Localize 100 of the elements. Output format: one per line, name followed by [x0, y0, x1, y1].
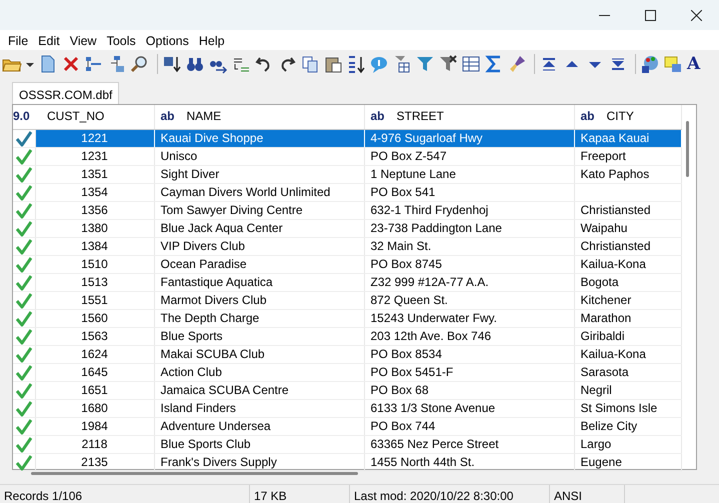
delete-icon[interactable] — [61, 54, 81, 74]
table-cell: Blue Sports — [154, 327, 364, 345]
menu-item[interactable]: Help — [194, 30, 230, 50]
table-cell: 1551 — [35, 291, 154, 309]
table-cell: 1 Neptune Lane — [364, 165, 574, 183]
font-button[interactable]: A — [686, 54, 702, 74]
type-label: 9.0 — [13, 109, 30, 124]
type-label: ab — [580, 109, 595, 124]
table-cell: 2135 — [35, 453, 154, 471]
sort-icon[interactable] — [346, 54, 366, 74]
table-cell: PO Box 68 — [364, 381, 574, 399]
table-cell: PO Box 8534 — [364, 345, 574, 363]
table-cell: 1645 — [35, 363, 154, 381]
table-cell: The Depth Charge — [154, 309, 364, 327]
table-cell: Sight Diver — [154, 165, 364, 183]
table-cell: 1680 — [35, 399, 154, 417]
palette-icon[interactable] — [640, 54, 660, 74]
table-cell: 1560 — [35, 309, 154, 327]
table-cell: PO Box 8745 — [364, 255, 574, 273]
table-cell: PO Box 744 — [364, 417, 574, 435]
table-cell: 1455 North 44th St. — [364, 453, 574, 471]
table-cell: Blue Sports Club — [154, 435, 364, 453]
table-cell: Largo — [574, 435, 681, 453]
table-cell: Marathon — [574, 309, 681, 327]
status-text: 17 KB — [250, 485, 350, 503]
table-cell: 1231 — [35, 147, 154, 165]
table-cell: Freeport — [574, 147, 681, 165]
tree-icon[interactable] — [84, 54, 104, 74]
table-cell: Christiansted — [574, 237, 681, 255]
menu-item[interactable]: Options — [140, 30, 194, 50]
table-cell: St Simons Isle — [574, 399, 681, 417]
table-cell: Ocean Paradise — [154, 255, 364, 273]
table-cell: 6133 1/3 Stone Avenue — [364, 399, 574, 417]
column-header[interactable]: ab NAME — [154, 105, 364, 129]
table-cell: 1354 — [35, 183, 154, 201]
table-cell: Kauai Dive Shoppe — [154, 129, 364, 147]
table-cell: Tom Sawyer Diving Centre — [154, 201, 364, 219]
status-text: Last mod: 2020/10/22 8:30:00 — [350, 485, 550, 503]
table-cell: 32 Main St. — [364, 237, 574, 255]
copy-icon[interactable] — [300, 54, 320, 74]
table-cell: 1624 — [35, 345, 154, 363]
file-tab[interactable]: OSSSR.COM.dbf — [12, 82, 120, 104]
table-cell: Marmot Divers Club — [154, 291, 364, 309]
disk-arrow-icon[interactable] — [162, 54, 182, 74]
table-cell: Christiansted — [574, 201, 681, 219]
table-cell: 15243 Underwater Fwy. — [364, 309, 574, 327]
table-cell: 872 Queen St. — [364, 291, 574, 309]
table-cell: 1984 — [35, 417, 154, 435]
status-text: Records 1/106 — [0, 485, 250, 503]
column-label: NAME — [186, 109, 222, 124]
table-cell: 1221 — [35, 129, 154, 147]
menu-item[interactable]: Edit — [33, 30, 65, 50]
column-label: CITY — [606, 109, 634, 124]
table-cell: Kato Paphos — [574, 165, 681, 183]
table-cell: PO Box 541 — [364, 183, 574, 201]
table-cell: Cayman Divers World Unlimited — [154, 183, 364, 201]
table-cell: 1384 — [35, 237, 154, 255]
column-header[interactable]: ab STREET — [364, 105, 574, 129]
table-cell: 2118 — [35, 435, 154, 453]
table-cell: 1356 — [35, 201, 154, 219]
color-squares-icon[interactable] — [663, 54, 683, 74]
table-cell: Unisco — [154, 147, 364, 165]
table-cell: Action Club — [154, 363, 364, 381]
maximize-icon[interactable] — [644, 10, 656, 20]
menu-item[interactable]: Tools — [102, 30, 141, 50]
table-cell: Jamaica SCUBA Centre — [154, 381, 364, 399]
table-cell: Bogota — [574, 273, 681, 291]
table-cell: 1513 — [35, 273, 154, 291]
table-cell: Kitchener — [574, 291, 681, 309]
table-cell: Island Finders — [154, 399, 364, 417]
table-cell: Eugene — [574, 453, 681, 471]
table-cell: 1351 — [35, 165, 154, 183]
table-cell: Z32 999 #12A-77 A.A. — [364, 273, 574, 291]
table-cell: Fantastique Aquatica — [154, 273, 364, 291]
table-cell: 632-1 Third Frydenhoj — [364, 201, 574, 219]
table-cell: 1651 — [35, 381, 154, 399]
table-cell: Sarasota — [574, 363, 681, 381]
column-label: STREET — [396, 109, 444, 124]
close-icon[interactable] — [690, 10, 702, 20]
column-header[interactable]: ab CITY — [574, 105, 681, 129]
table-cell: 1510 — [35, 255, 154, 273]
table-cell: Blue Jack Aqua Center — [154, 219, 364, 237]
menu-item[interactable]: File — [3, 30, 34, 50]
table-cell: Kapaa Kauai — [574, 129, 681, 147]
type-label: ab — [370, 109, 385, 124]
table-cell: Giribaldi — [574, 327, 681, 345]
column-label: CUST_NO — [47, 109, 104, 124]
status-text: ANSI — [550, 485, 625, 503]
table-cell: 63365 Nez Perce Street — [364, 435, 574, 453]
menu-item[interactable]: View — [64, 30, 102, 50]
type-label: ab — [160, 109, 175, 124]
table-cell: 4-976 Sugarloaf Hwy — [364, 129, 574, 147]
table-cell: PO Box 5451-F — [364, 363, 574, 381]
table-cell: Frank's Divers Supply — [154, 453, 364, 471]
grid-icon[interactable] — [461, 54, 481, 74]
table-cell: PO Box Z-547 — [364, 147, 574, 165]
table-cell: 1563 — [35, 327, 154, 345]
table-cell: 23-738 Paddington Lane — [364, 219, 574, 237]
table-cell: VIP Divers Club — [154, 237, 364, 255]
table-cell: Negril — [574, 381, 681, 399]
